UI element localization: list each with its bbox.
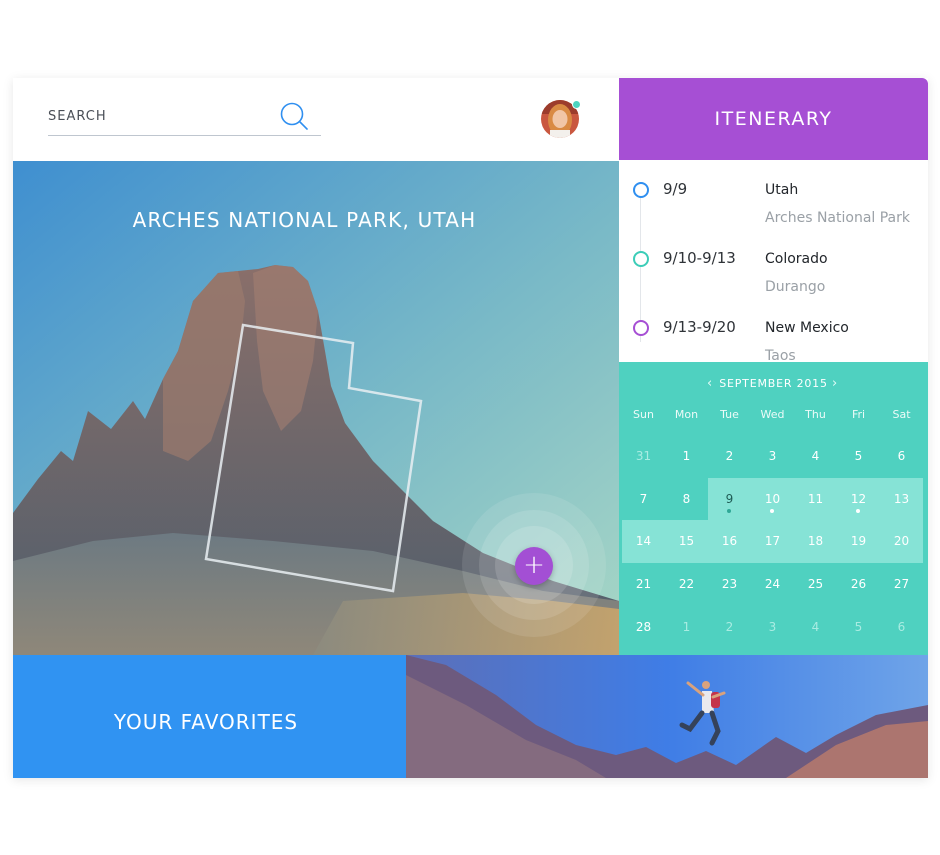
weekday-label: Sun: [633, 408, 654, 421]
timeline-dot-icon: [633, 182, 649, 198]
itinerary-detail: Durango: [765, 279, 826, 295]
calendar-day[interactable]: 3: [751, 606, 794, 649]
calendar-day[interactable]: 9: [708, 477, 751, 521]
itinerary-item[interactable]: 9/10-9/13 Colorado Durango: [619, 237, 928, 297]
itinerary-dates: 9/9: [663, 180, 688, 198]
itinerary-item[interactable]: 9/9 Utah Arches National Park: [619, 168, 928, 228]
itinerary-header: ITENERARY: [619, 78, 928, 160]
calendar-day[interactable]: 6: [880, 435, 923, 478]
calendar-day[interactable]: 20: [880, 520, 923, 564]
search-icon[interactable]: [279, 101, 309, 131]
calendar-day[interactable]: 13: [880, 477, 923, 521]
weekday-label: Wed: [760, 408, 785, 421]
calendar-day[interactable]: 16: [708, 520, 751, 564]
event-dot-icon: [856, 508, 860, 513]
weekday-label: Tue: [720, 408, 739, 421]
calendar-day[interactable]: 18: [794, 520, 837, 564]
calendar-day[interactable]: 22: [665, 563, 708, 606]
calendar-day[interactable]: 7: [622, 478, 665, 521]
calendar-day[interactable]: 4: [794, 606, 837, 649]
calendar-day[interactable]: 19: [837, 520, 880, 564]
calendar-header: SEPTEMBER 2015: [619, 377, 928, 395]
itinerary-place: New Mexico: [765, 320, 849, 336]
timeline-dot-icon: [633, 251, 649, 267]
calendar-day[interactable]: 10: [751, 477, 794, 521]
add-trip-button[interactable]: +: [515, 547, 553, 585]
calendar-day[interactable]: 27: [880, 563, 923, 606]
search-input[interactable]: [48, 104, 268, 128]
hero-banner: ARCHES NATIONAL PARK, UTAH +: [13, 161, 619, 655]
itinerary-dates: 9/10-9/13: [663, 249, 736, 267]
avatar[interactable]: [541, 100, 581, 138]
timeline-dot-icon: [633, 320, 649, 336]
calendar-day[interactable]: 11: [794, 477, 837, 521]
calendar-day[interactable]: 6: [880, 606, 923, 649]
calendar-day[interactable]: 28: [622, 606, 665, 649]
chevron-left-icon[interactable]: ‹: [707, 376, 712, 391]
calendar-day[interactable]: 23: [708, 563, 751, 606]
top-bar: [13, 78, 619, 161]
calendar-day[interactable]: 1: [665, 435, 708, 478]
weekday-label: Mon: [674, 408, 699, 421]
search-bar: [48, 98, 321, 136]
calendar-day[interactable]: 4: [794, 435, 837, 478]
itinerary-place: Colorado: [765, 251, 828, 267]
hiker-photo[interactable]: [406, 655, 928, 778]
calendar-day[interactable]: 25: [794, 563, 837, 606]
event-dot-icon: [770, 508, 774, 513]
calendar-day[interactable]: 3: [751, 435, 794, 478]
calendar-day[interactable]: 24: [751, 563, 794, 606]
favorites-title: YOUR FAVORITES: [113, 710, 299, 734]
calendar: SEPTEMBER 2015 ‹ › Sun Mon Tue Wed Thu Fri Sat…: [619, 362, 928, 655]
itinerary-list: 9/9 Utah Arches National Park 9/10-9/13 Colo…: [619, 160, 928, 364]
calendar-day[interactable]: 26: [837, 563, 880, 606]
calendar-day[interactable]: 14: [622, 520, 665, 564]
calendar-day[interactable]: 31: [622, 435, 665, 478]
chevron-right-icon[interactable]: ›: [832, 376, 837, 391]
itinerary-item[interactable]: 9/13-9/20 New Mexico Taos: [619, 306, 928, 366]
calendar-day[interactable]: 1: [665, 606, 708, 649]
itinerary-place: Utah: [765, 182, 799, 198]
online-status-dot: [572, 100, 581, 109]
calendar-day[interactable]: 8: [665, 478, 708, 521]
travel-app-window: ARCHES NATIONAL PARK, UTAH + YOUR FAVORI…: [13, 78, 928, 778]
itinerary-dates: 9/13-9/20: [663, 318, 736, 336]
calendar-day[interactable]: 2: [708, 435, 751, 478]
event-dot-icon: [727, 508, 731, 513]
calendar-day[interactable]: 12: [837, 477, 880, 521]
calendar-day[interactable]: 5: [837, 606, 880, 649]
calendar-day[interactable]: 5: [837, 435, 880, 478]
weekday-label: Sat: [892, 408, 911, 421]
weekday-label: Fri: [851, 408, 866, 421]
weekday-label: Thu: [805, 408, 826, 421]
calendar-day[interactable]: 15: [665, 520, 708, 564]
calendar-day[interactable]: 2: [708, 606, 751, 649]
your-favorites-tile[interactable]: YOUR FAVORITES: [13, 655, 406, 778]
calendar-day[interactable]: 17: [751, 520, 794, 564]
itinerary-detail: Arches National Park: [765, 210, 910, 226]
hero-title: ARCHES NATIONAL PARK, UTAH: [132, 208, 477, 232]
calendar-day[interactable]: 21: [622, 563, 665, 606]
itinerary-title: ITENERARY: [714, 108, 833, 130]
calendar-month-label: SEPTEMBER 2015: [719, 377, 828, 390]
